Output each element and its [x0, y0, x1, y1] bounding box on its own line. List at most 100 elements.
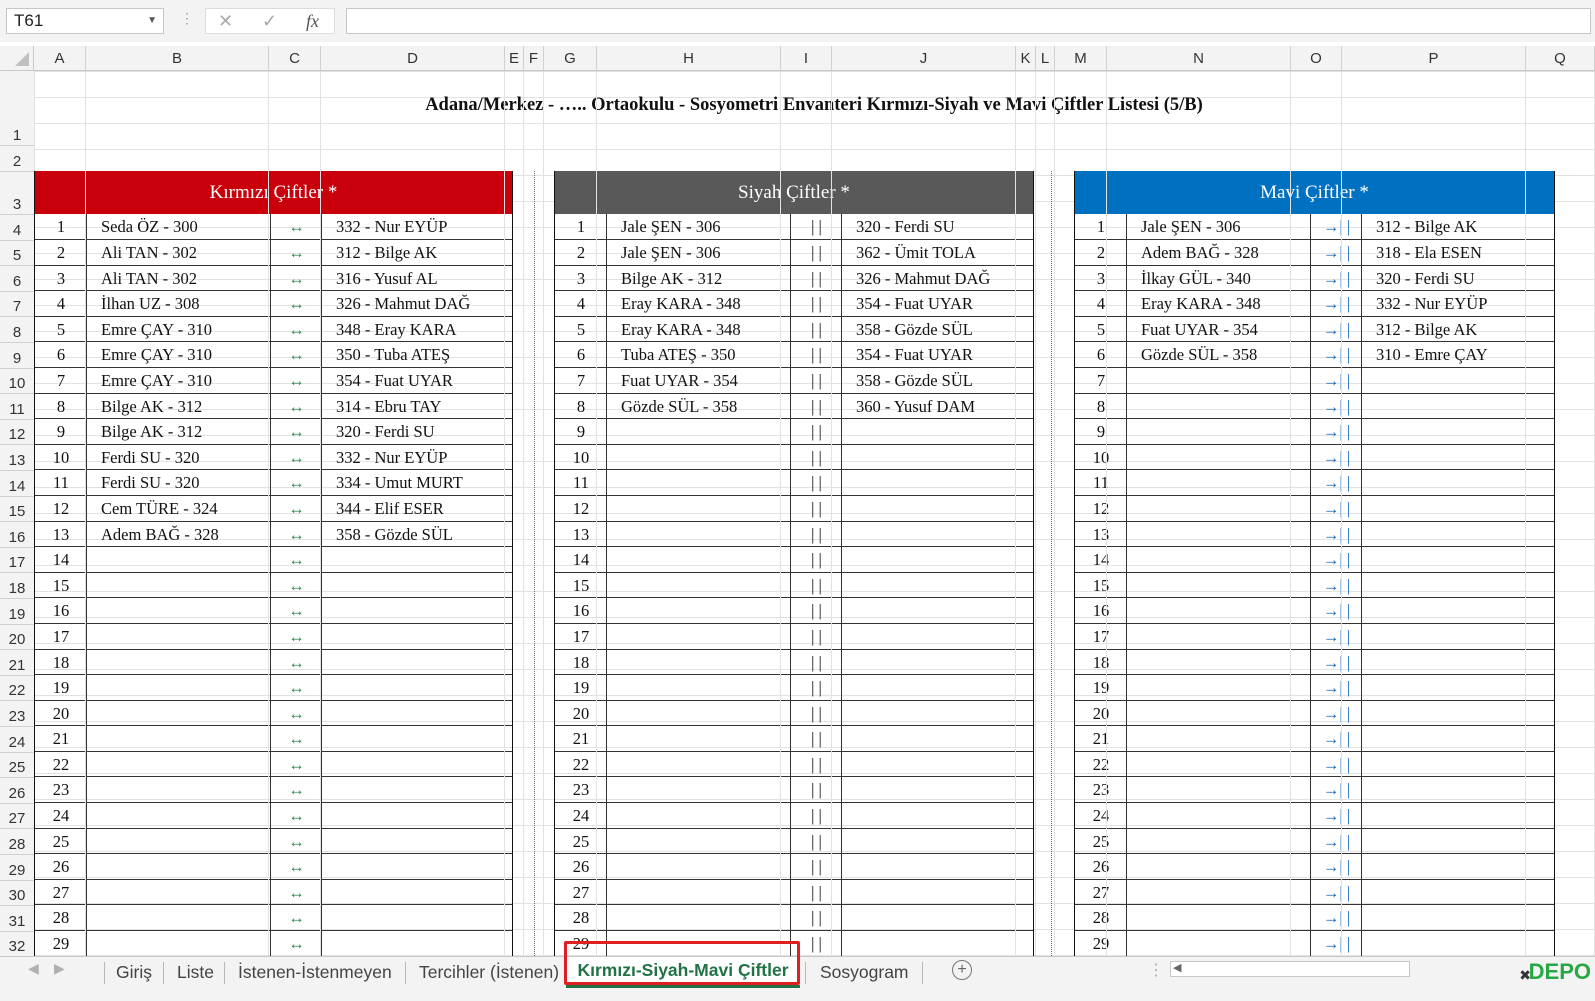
pair-symbol-icon: ↔	[288, 934, 305, 954]
row-header-15[interactable]: 15	[0, 497, 34, 523]
column-header-b[interactable]: B	[86, 46, 269, 70]
table-row: 22 ↔	[35, 751, 512, 778]
column-header-o[interactable]: O	[1291, 46, 1342, 70]
row-header-23[interactable]: 23	[0, 701, 34, 727]
select-all-corner[interactable]	[0, 46, 34, 70]
cancel-icon[interactable]: ✕	[218, 11, 233, 32]
column-header-a[interactable]: A	[34, 46, 86, 70]
row-header-27[interactable]: 27	[0, 804, 34, 830]
student-b: 360 - Yusuf DAM	[856, 396, 976, 416]
row-header-31[interactable]: 31	[0, 906, 34, 932]
row-header-18[interactable]: 18	[0, 573, 34, 599]
table-row: 29 →| |	[1075, 931, 1554, 956]
column-header-e[interactable]: E	[505, 46, 524, 70]
tab-liste[interactable]: Liste	[177, 957, 214, 987]
column-header-h[interactable]: H	[597, 46, 781, 70]
row-number: 4	[576, 294, 586, 314]
row-header-13[interactable]: 13	[0, 445, 34, 471]
table-row: 6 Tuba ATEŞ - 350 | | 354 - Fuat UYAR	[555, 342, 1033, 368]
tab-tercihler[interactable]: Tercihler (İstenen)	[419, 957, 559, 987]
row-number: 6	[56, 345, 66, 365]
column-header-l[interactable]: L	[1036, 46, 1055, 70]
column-header-m[interactable]: M	[1055, 46, 1107, 70]
tab-sosyogram[interactable]: Sosyogram	[820, 957, 909, 987]
row-number: 1	[576, 217, 586, 236]
student-b	[336, 931, 506, 956]
row-header-5[interactable]: 5	[0, 241, 34, 267]
table-row: 17 | |	[555, 623, 1033, 650]
row-header-2[interactable]: 2	[0, 146, 34, 172]
row-header-28[interactable]: 28	[0, 829, 34, 855]
enter-icon[interactable]: ✓	[262, 11, 277, 32]
student-a: İlhan UZ - 308	[101, 294, 200, 314]
row-header-20[interactable]: 20	[0, 625, 34, 651]
row-header-10[interactable]: 10	[0, 369, 34, 395]
column-header-j[interactable]: J	[832, 46, 1016, 70]
column-header-k[interactable]: K	[1016, 46, 1036, 70]
scroll-left-icon[interactable]: ◀	[1173, 961, 1181, 974]
row-header-24[interactable]: 24	[0, 727, 34, 753]
row-header-3[interactable]: 3	[0, 172, 34, 215]
student-a	[1141, 522, 1311, 547]
row-header-1[interactable]: 1	[0, 71, 34, 146]
row-number: 28	[572, 908, 590, 928]
row-header-19[interactable]: 19	[0, 599, 34, 625]
add-sheet-icon[interactable]: +	[952, 960, 972, 980]
column-header-n[interactable]: N	[1107, 46, 1291, 70]
table-row: 9 | |	[555, 419, 1033, 445]
row-header-6[interactable]: 6	[0, 266, 34, 292]
row-header-25[interactable]: 25	[0, 753, 34, 779]
name-box[interactable]: T61 ▼	[6, 8, 164, 34]
row-header-7[interactable]: 7	[0, 292, 34, 318]
row-header-16[interactable]: 16	[0, 522, 34, 548]
tab-scroll-right-icon[interactable]: ▶	[54, 960, 65, 977]
fx-icon[interactable]: fx	[306, 11, 319, 32]
column-header-f[interactable]: F	[524, 46, 544, 70]
pair-symbol-icon: →| |	[1322, 345, 1351, 365]
tab-giris[interactable]: Giriş	[116, 957, 152, 987]
row-header-21[interactable]: 21	[0, 650, 34, 676]
row-header-14[interactable]: 14	[0, 471, 34, 497]
table-row: 18 ↔	[35, 649, 512, 676]
row-header-29[interactable]: 29	[0, 855, 34, 881]
row-header-4[interactable]: 4	[0, 215, 34, 241]
column-header-c[interactable]: C	[269, 46, 321, 70]
column-header-q[interactable]: Q	[1526, 46, 1595, 70]
row-header-32[interactable]: 32	[0, 932, 34, 958]
table-row: 17 ↔	[35, 623, 512, 650]
table-row: 13 →| |	[1075, 521, 1554, 548]
horizontal-scrollbar[interactable]: ◀	[1170, 961, 1410, 977]
highlight-box	[564, 941, 800, 985]
row-header-11[interactable]: 11	[0, 394, 34, 420]
sheet-grid[interactable]: Adana/Merkez - ….. Ortaokulu - Sosyometr…	[34, 71, 1595, 956]
pair-symbol-icon: →| |	[1322, 703, 1351, 723]
row-number: 2	[576, 243, 586, 262]
tab-scroll-left-icon[interactable]: ◀	[28, 960, 39, 977]
student-b	[1376, 829, 1546, 854]
column-header-p[interactable]: P	[1342, 46, 1526, 70]
row-header-12[interactable]: 12	[0, 420, 34, 446]
row-header-17[interactable]: 17	[0, 548, 34, 574]
row-header-9[interactable]: 9	[0, 343, 34, 369]
table-row: 26 →| |	[1075, 854, 1554, 880]
student-a	[101, 675, 271, 700]
column-header-d[interactable]: D	[321, 46, 505, 70]
row-number: 14	[572, 550, 590, 570]
column-header-i[interactable]: I	[781, 46, 832, 70]
chevron-down-icon[interactable]: ▼	[147, 9, 157, 33]
tab-istenen-istenmeyen[interactable]: İstenen-İstenmeyen	[238, 957, 392, 987]
row-header-30[interactable]: 30	[0, 881, 34, 907]
row-header-8[interactable]: 8	[0, 317, 34, 343]
row-header-26[interactable]: 26	[0, 778, 34, 804]
row-number: 29	[52, 934, 70, 954]
column-header-g[interactable]: G	[544, 46, 597, 70]
table-row: 15 →| |	[1075, 572, 1554, 599]
table-row: 3 İlkay GÜL - 340 →| | 320 - Ferdi SU	[1075, 265, 1554, 292]
row-number: 16	[52, 601, 70, 621]
row-header-22[interactable]: 22	[0, 676, 34, 702]
student-b: 314 - Ebru TAY	[336, 396, 442, 416]
student-a	[101, 905, 271, 930]
formula-input[interactable]	[346, 8, 1591, 34]
table-row: 8 →| |	[1075, 393, 1554, 420]
student-a	[101, 547, 271, 572]
